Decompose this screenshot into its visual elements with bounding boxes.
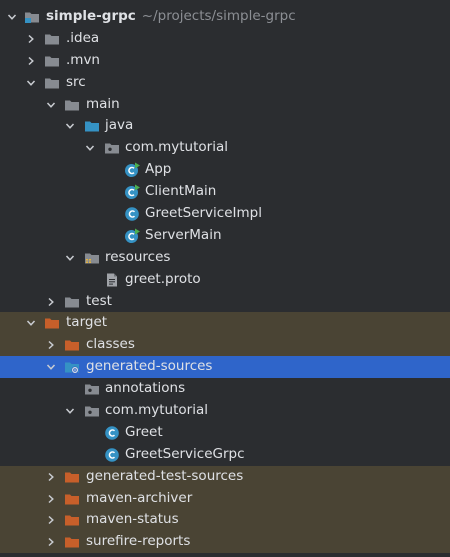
tree-label: .idea [66, 29, 100, 46]
folder-icon [64, 294, 80, 310]
chevron-right-icon[interactable] [45, 531, 57, 553]
excluded-folder-icon [64, 469, 80, 485]
tree-label: com.mytutorial [125, 139, 228, 156]
folder-icon [44, 75, 60, 91]
tree-label: com.mytutorial [105, 402, 208, 419]
tree-row-maven-archiver[interactable]: maven-archiver [0, 487, 450, 510]
resources-folder-icon [84, 250, 100, 266]
class-icon [104, 447, 120, 463]
chevron-down-icon[interactable] [84, 137, 96, 159]
chevron-right-icon[interactable] [25, 28, 37, 50]
tree-label: generated-sources [86, 358, 213, 375]
tree-row-greet-proto[interactable]: greet.proto [0, 269, 450, 291]
tree-row-greetservicegrpc[interactable]: GreetServiceGrpc [0, 444, 450, 466]
excluded-folder-icon [64, 337, 80, 353]
folder-icon [44, 31, 60, 47]
chevron-down-icon[interactable] [25, 72, 37, 94]
tree-label: surefire-reports [86, 533, 191, 550]
tree-label: src [66, 73, 86, 90]
tree-label: GreetServiceGrpc [125, 445, 245, 462]
package-icon [104, 140, 120, 156]
tree-row-java[interactable]: java [0, 115, 450, 137]
tree-label: maven-status [86, 511, 179, 528]
tree-label: resources [105, 248, 171, 265]
chevron-down-icon[interactable] [45, 356, 57, 378]
tree-row-surefire-reports[interactable]: surefire-reports [0, 531, 450, 554]
tree-label: ClientMain [145, 183, 217, 200]
file-icon [104, 272, 120, 288]
chevron-down-icon[interactable] [25, 312, 37, 334]
tree-row-resources[interactable]: resources [0, 247, 450, 269]
excluded-folder-icon [64, 512, 80, 528]
tree-label: annotations [105, 380, 186, 397]
tree-label: Greet [125, 423, 163, 440]
tree-label: ServerMain [145, 226, 222, 243]
excluded-folder-icon [64, 491, 80, 507]
tree-label: maven-archiver [86, 489, 193, 506]
tree-row-greet[interactable]: Greet [0, 422, 450, 444]
tree-label: test [86, 292, 112, 309]
source-root-folder-icon [84, 118, 100, 134]
tree-label: java [105, 117, 134, 134]
chevron-down-icon[interactable] [64, 247, 76, 269]
chevron-right-icon[interactable] [45, 334, 57, 356]
tree-row-main[interactable]: main [0, 94, 450, 116]
tree-label: generated-test-sources [86, 467, 244, 484]
tree-row-mvn[interactable]: .mvn [0, 50, 450, 72]
tree-row-com-mytutorial-generated[interactable]: com.mytutorial [0, 400, 450, 422]
tree-row-src[interactable]: src [0, 72, 450, 94]
folder-icon [44, 53, 60, 69]
tree-row-target[interactable]: target [0, 312, 450, 335]
class-icon [104, 425, 120, 441]
tree-row-idea[interactable]: .idea [0, 28, 450, 50]
tree-row-simple-grpc[interactable]: simple-grpc ~/projects/simple-grpc [0, 6, 450, 28]
runnable-class-icon [124, 162, 140, 178]
chevron-right-icon[interactable] [45, 488, 57, 510]
chevron-down-icon[interactable] [64, 400, 76, 422]
tree-row-annotations[interactable]: annotations [0, 378, 450, 400]
tree-row-maven-status[interactable]: maven-status [0, 509, 450, 532]
generated-sources-folder-icon [64, 359, 80, 375]
chevron-right-icon[interactable] [45, 291, 57, 313]
chevron-down-icon[interactable] [45, 94, 57, 116]
tree-row-greetserviceimpl[interactable]: GreetServiceImpl [0, 203, 450, 225]
tree-row-servermain[interactable]: ServerMain [0, 225, 450, 247]
tree-label: main [86, 95, 120, 112]
tree-row-app[interactable]: App [0, 159, 450, 181]
project-tree[interactable]: simple-grpc ~/projects/simple-grpc .idea … [0, 6, 450, 554]
tree-row-generated-sources[interactable]: generated-sources [0, 356, 450, 379]
tree-label: target [66, 314, 108, 331]
tree-row-classes[interactable]: classes [0, 334, 450, 357]
excluded-folder-icon [64, 534, 80, 550]
runnable-class-icon [124, 228, 140, 244]
chevron-right-icon[interactable] [45, 509, 57, 531]
tree-label: App [145, 161, 172, 178]
project-path-hint: ~/projects/simple-grpc [141, 8, 296, 24]
tree-label: .mvn [66, 51, 100, 68]
tree-row-generated-test-sources[interactable]: generated-test-sources [0, 465, 450, 488]
class-icon [124, 206, 140, 222]
tree-row-com-mytutorial[interactable]: com.mytutorial [0, 137, 450, 159]
excluded-folder-icon [44, 315, 60, 331]
tree-row-test[interactable]: test [0, 291, 450, 313]
package-icon [84, 403, 100, 419]
tree-label: classes [86, 336, 135, 353]
tree-label: simple-grpc [46, 8, 136, 24]
chevron-down-icon[interactable] [64, 115, 76, 137]
tree-label: greet.proto [125, 270, 201, 287]
module-folder-icon [24, 9, 40, 25]
folder-icon [64, 97, 80, 113]
chevron-right-icon[interactable] [45, 466, 57, 488]
package-icon [84, 381, 100, 397]
tree-label: GreetServiceImpl [145, 205, 262, 222]
runnable-class-icon [124, 184, 140, 200]
chevron-right-icon[interactable] [25, 50, 37, 72]
tree-row-clientmain[interactable]: ClientMain [0, 181, 450, 203]
chevron-down-icon[interactable] [6, 6, 18, 28]
